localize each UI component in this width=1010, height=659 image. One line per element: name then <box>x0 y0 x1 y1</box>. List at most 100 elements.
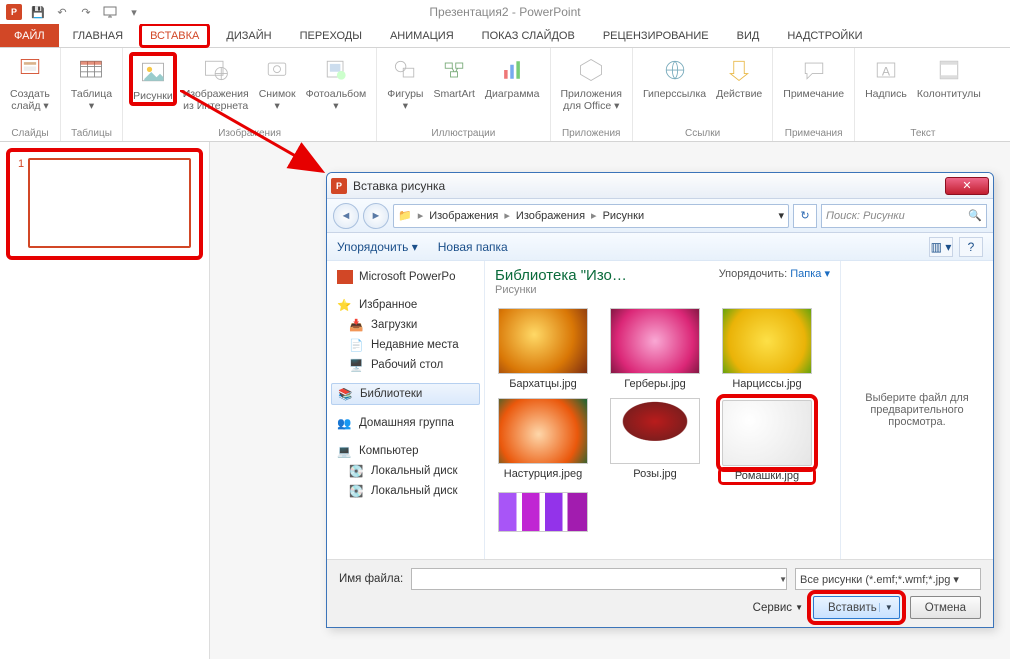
thumbnail-image <box>498 308 588 374</box>
arrange-value[interactable]: Папка ▾ <box>790 268 830 280</box>
group-images: Рисунки Изображения из Интернета Снимок … <box>123 48 377 141</box>
close-button[interactable]: ✕ <box>945 177 989 195</box>
tools-button[interactable]: Сервис ▼ <box>753 602 803 614</box>
textbox-button[interactable]: A Надпись <box>861 52 911 102</box>
tab-animations[interactable]: АНИМАЦИЯ <box>376 24 468 47</box>
cancel-button[interactable]: Отмена <box>910 596 981 619</box>
filename-input[interactable] <box>411 568 787 590</box>
tree-recent[interactable]: 📄 Недавние места <box>331 335 480 355</box>
chart-button[interactable]: Диаграмма <box>481 52 544 102</box>
tree-label: Загрузки <box>371 319 417 331</box>
breadcrumb-1[interactable]: Изображения <box>429 210 498 222</box>
back-button[interactable]: ◄ <box>333 203 359 229</box>
tree-homegroup[interactable]: 👥 Домашняя группа <box>331 413 480 433</box>
organize-button[interactable]: Упорядочить ▾ <box>337 240 418 254</box>
tab-review[interactable]: РЕЦЕНЗИРОВАНИЕ <box>589 24 723 47</box>
redo-button[interactable]: ↷ <box>76 2 96 22</box>
tab-addins[interactable]: НАДСТРОЙКИ <box>773 24 876 47</box>
group-illustrations: Фигуры ▾ SmartArt Диаграмма Иллюстрации <box>377 48 550 141</box>
arrange-control[interactable]: Упорядочить: Папка ▾ <box>719 267 830 280</box>
thumbnail-image <box>610 398 700 464</box>
tab-slideshow[interactable]: ПОКАЗ СЛАЙДОВ <box>468 24 589 47</box>
view-button[interactable]: ▥ ▾ <box>929 237 953 257</box>
file-thumbnail[interactable]: Бархатцы.jpg <box>495 308 591 390</box>
album-icon <box>320 54 352 86</box>
downloads-icon: 📥 <box>349 318 365 332</box>
comment-label: Примечание <box>783 88 844 100</box>
chevron-down-icon[interactable]: ▼ <box>779 575 787 584</box>
breadcrumb-3[interactable]: Рисунки <box>603 210 645 222</box>
new-slide-icon <box>14 54 46 86</box>
filter-text: Все рисунки (*.emf;*.wmf;*.jpg ▾ <box>800 573 959 586</box>
pictures-button[interactable]: Рисунки <box>129 52 177 106</box>
smartart-button[interactable]: SmartArt <box>429 52 478 102</box>
group-links-label: Ссылки <box>639 126 766 139</box>
thumbnail-caption: Розы.jpg <box>607 468 703 480</box>
tab-view[interactable]: ВИД <box>723 24 774 47</box>
headerfooter-button[interactable]: Колонтитулы <box>913 52 985 102</box>
tab-design[interactable]: ДИЗАЙН <box>212 24 285 47</box>
action-label: Действие <box>716 88 762 100</box>
undo-button[interactable]: ↶ <box>52 2 72 22</box>
group-slides-label: Слайды <box>6 126 54 139</box>
breadcrumb[interactable]: 📁 ▸ Изображения ▸ Изображения ▸ Рисунки … <box>393 204 789 228</box>
chevron-down-icon[interactable]: ▾ <box>778 209 784 222</box>
save-button[interactable]: 💾 <box>28 2 48 22</box>
new-folder-button[interactable]: Новая папка <box>438 240 508 254</box>
group-slides: Создать слайд ▾ Слайды <box>0 48 61 141</box>
album-button[interactable]: Фотоальбом ▾ <box>302 52 371 114</box>
help-button[interactable]: ? <box>959 237 983 257</box>
tree-disk-c[interactable]: 💽 Локальный диск <box>331 461 480 481</box>
table-button[interactable]: Таблица ▾ <box>67 52 116 114</box>
thumbnail-caption: Настурция.jpeg <box>495 468 591 480</box>
title-bar: P 💾 ↶ ↷ ▾ Презентация2 - PowerPoint <box>0 0 1010 24</box>
tab-home[interactable]: ГЛАВНАЯ <box>59 24 137 47</box>
file-thumbnail[interactable]: Настурция.jpeg <box>495 398 591 484</box>
svg-text:A: A <box>882 64 891 78</box>
tree-disk-d[interactable]: 💽 Локальный диск <box>331 481 480 501</box>
file-thumbnail[interactable]: Розы.jpg <box>607 398 703 484</box>
pictures-label: Рисунки <box>133 90 173 102</box>
slide-thumbnail-1[interactable]: 1 <box>6 148 203 260</box>
screenshot-button[interactable]: Снимок ▾ <box>255 52 300 114</box>
slideshow-button[interactable] <box>100 2 120 22</box>
tree-computer[interactable]: 💻 Компьютер <box>331 441 480 461</box>
tree-ms-powerpoint[interactable]: Microsoft PowerPo <box>331 267 480 287</box>
dialog-title: Вставка рисунка <box>353 179 445 193</box>
tree-favorites[interactable]: ⭐ Избранное <box>331 295 480 315</box>
insert-button[interactable]: Вставить <box>813 596 900 619</box>
hyperlink-icon <box>659 54 691 86</box>
forward-button[interactable]: ► <box>363 203 389 229</box>
hyperlink-label: Гиперссылка <box>643 88 706 100</box>
refresh-button[interactable]: ↻ <box>793 204 817 228</box>
shapes-button[interactable]: Фигуры ▾ <box>383 52 427 114</box>
breadcrumb-2[interactable]: Изображения <box>516 210 585 222</box>
apps-button[interactable]: Приложения для Office ▾ <box>557 52 626 114</box>
search-input[interactable]: Поиск: Рисунки 🔍 <box>821 204 987 228</box>
file-thumbnail[interactable]: Нарциссы.jpg <box>719 308 815 390</box>
filetype-filter[interactable]: Все рисунки (*.emf;*.wmf;*.jpg ▾ <box>795 568 981 590</box>
tree-downloads[interactable]: 📥 Загрузки <box>331 315 480 335</box>
action-button[interactable]: Действие <box>712 52 766 102</box>
search-icon: 🔍 <box>968 209 982 222</box>
thumbnail-caption: Бархатцы.jpg <box>495 378 591 390</box>
tab-file[interactable]: ФАЙЛ <box>0 24 59 47</box>
tree-libraries[interactable]: 📚 Библиотеки <box>331 383 480 405</box>
disk-icon: 💽 <box>349 464 365 478</box>
comment-button[interactable]: Примечание <box>779 52 848 102</box>
online-pictures-button[interactable]: Изображения из Интернета <box>179 52 253 114</box>
new-slide-button[interactable]: Создать слайд ▾ <box>6 52 54 114</box>
file-thumbnail[interactable]: Ромашки.jpg <box>719 398 815 484</box>
action-icon <box>723 54 755 86</box>
chart-icon <box>496 54 528 86</box>
qat-customize-icon[interactable]: ▾ <box>124 2 144 22</box>
tree-desktop[interactable]: 🖥️ Рабочий стол <box>331 355 480 375</box>
tab-insert[interactable]: ВСТАВКА <box>139 23 210 48</box>
file-thumbnail[interactable]: Герберы.jpg <box>607 308 703 390</box>
slide-number: 1 <box>18 158 24 170</box>
file-thumbnail[interactable] <box>495 492 591 532</box>
tab-transitions[interactable]: ПЕРЕХОДЫ <box>286 24 376 47</box>
window-title: Презентация2 - PowerPoint <box>429 5 580 19</box>
hyperlink-button[interactable]: Гиперссылка <box>639 52 710 102</box>
thumbnail-caption: Герберы.jpg <box>607 378 703 390</box>
